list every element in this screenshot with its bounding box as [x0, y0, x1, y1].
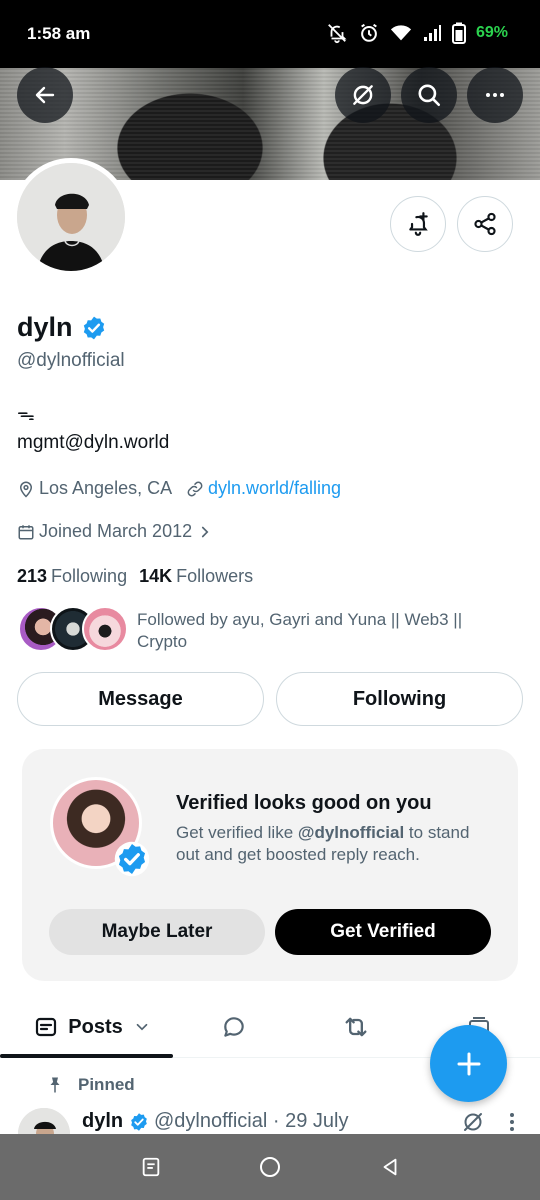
pinned-indicator: Pinned: [46, 1075, 135, 1095]
followers-label: Followers: [176, 566, 254, 586]
home-button[interactable]: [255, 1152, 285, 1182]
compose-button[interactable]: [430, 1025, 507, 1102]
bell-plus-icon: [409, 212, 428, 236]
following-count-link[interactable]: 213 Following: [17, 566, 127, 587]
verified-badge-icon: [114, 841, 150, 877]
promo-subtitle: Get verified like @dylnofficial to stand…: [176, 822, 496, 866]
share-button[interactable]: [457, 196, 513, 252]
followed-by-avatars[interactable]: [18, 606, 148, 654]
link-icon: [187, 481, 203, 496]
pinned-label: Pinned: [78, 1075, 135, 1094]
plus-icon: [457, 1052, 480, 1075]
follower-avatar: [82, 606, 128, 652]
followers-count-link[interactable]: 14K Followers: [139, 566, 253, 587]
active-tab-indicator: [0, 1054, 173, 1058]
location-icon: [19, 481, 33, 498]
posts-icon: [36, 1017, 57, 1037]
back-triangle-icon: [383, 1158, 397, 1176]
followers-count: 14K: [139, 566, 173, 586]
get-verified-button[interactable]: Get Verified: [275, 909, 491, 955]
following-label: Following: [51, 566, 128, 586]
system-back-button[interactable]: [375, 1152, 405, 1182]
tab-replies[interactable]: [210, 998, 258, 1056]
verified-badge-icon: [131, 1112, 147, 1131]
battery-percent: 69%: [475, 24, 508, 41]
calendar-icon: [18, 524, 34, 539]
battery-icon: [451, 22, 466, 44]
signal-icon: [423, 25, 441, 41]
message-button[interactable]: Message: [17, 672, 264, 726]
website-link[interactable]: dyln.world/falling: [208, 478, 341, 499]
joined-text: Joined March 2012: [39, 521, 193, 541]
profile-website[interactable]: dyln.world/falling: [186, 478, 341, 499]
bio-symbol: ᯓ: [17, 404, 35, 424]
profile-location: Los Angeles, CA: [17, 478, 172, 499]
pinned-post-header[interactable]: dyln @dylnofficial · 29 July: [18, 1106, 528, 1160]
recents-icon: [142, 1157, 160, 1177]
profile-joined[interactable]: Joined March 2012: [17, 521, 214, 542]
alarm-icon: [361, 23, 377, 42]
home-circle-icon: [260, 1157, 280, 1177]
post-handle-date: @dylnofficial · 29 July: [154, 1110, 349, 1132]
search-button[interactable]: [401, 67, 457, 123]
pin-icon: [50, 1077, 60, 1093]
system-nav-bar: [0, 1134, 540, 1200]
verified-promo-card: Verified looks good on you Get verified …: [22, 749, 518, 981]
repost-icon: [345, 1017, 367, 1037]
more-button[interactable]: [467, 67, 523, 123]
more-icon: [486, 93, 504, 97]
profile-name-row: dyln: [17, 312, 107, 343]
follow-counts: 213 Following 14K Followers: [17, 566, 253, 587]
wifi-icon: [390, 25, 412, 41]
reply-icon: [224, 1017, 244, 1037]
location-text: Los Angeles, CA: [39, 478, 173, 498]
back-button[interactable]: [17, 67, 73, 123]
profile-avatar[interactable]: [12, 158, 130, 276]
promo-sub-handle: @dylnofficial: [297, 823, 405, 842]
profile-handle: @dylnofficial: [17, 350, 125, 371]
grok-button[interactable]: [335, 67, 391, 123]
back-arrow-icon: [35, 86, 55, 104]
recents-button[interactable]: [136, 1152, 166, 1182]
bio-email: mgmt@dyln.world: [17, 432, 170, 453]
followed-by-text[interactable]: Followed by ayu, Gayri and Yuna || Web3 …: [137, 609, 507, 653]
notifications-button[interactable]: [390, 196, 446, 252]
tab-posts[interactable]: Posts: [30, 998, 155, 1056]
following-count: 213: [17, 566, 48, 586]
profile-name: dyln: [17, 312, 73, 342]
following-button[interactable]: Following: [276, 672, 523, 726]
post-author-name: dyln: [82, 1110, 149, 1133]
share-icon: [474, 212, 496, 236]
maybe-later-button[interactable]: Maybe Later: [49, 909, 265, 955]
chevron-down-icon: [136, 1023, 148, 1031]
chevron-right-icon: [202, 526, 209, 537]
grok-icon[interactable]: [461, 1110, 485, 1134]
post-author-label: dyln: [82, 1110, 124, 1132]
search-icon: [418, 84, 441, 107]
status-time: 1:58 am: [27, 24, 91, 43]
tab-reposts[interactable]: [332, 998, 380, 1056]
promo-title: Verified looks good on you: [176, 792, 432, 814]
tab-posts-label: Posts: [68, 1015, 123, 1038]
mute-bell-icon: [328, 24, 347, 44]
post-more-icon[interactable]: [504, 1110, 520, 1134]
grok-icon: [353, 85, 373, 105]
status-icons: 69%: [326, 22, 508, 44]
avatar-portrait: [17, 163, 125, 271]
promo-sub-prefix: Get verified like: [176, 823, 298, 842]
verified-badge-icon[interactable]: [81, 315, 107, 341]
status-bar: 1:58 am 69%: [0, 0, 540, 68]
